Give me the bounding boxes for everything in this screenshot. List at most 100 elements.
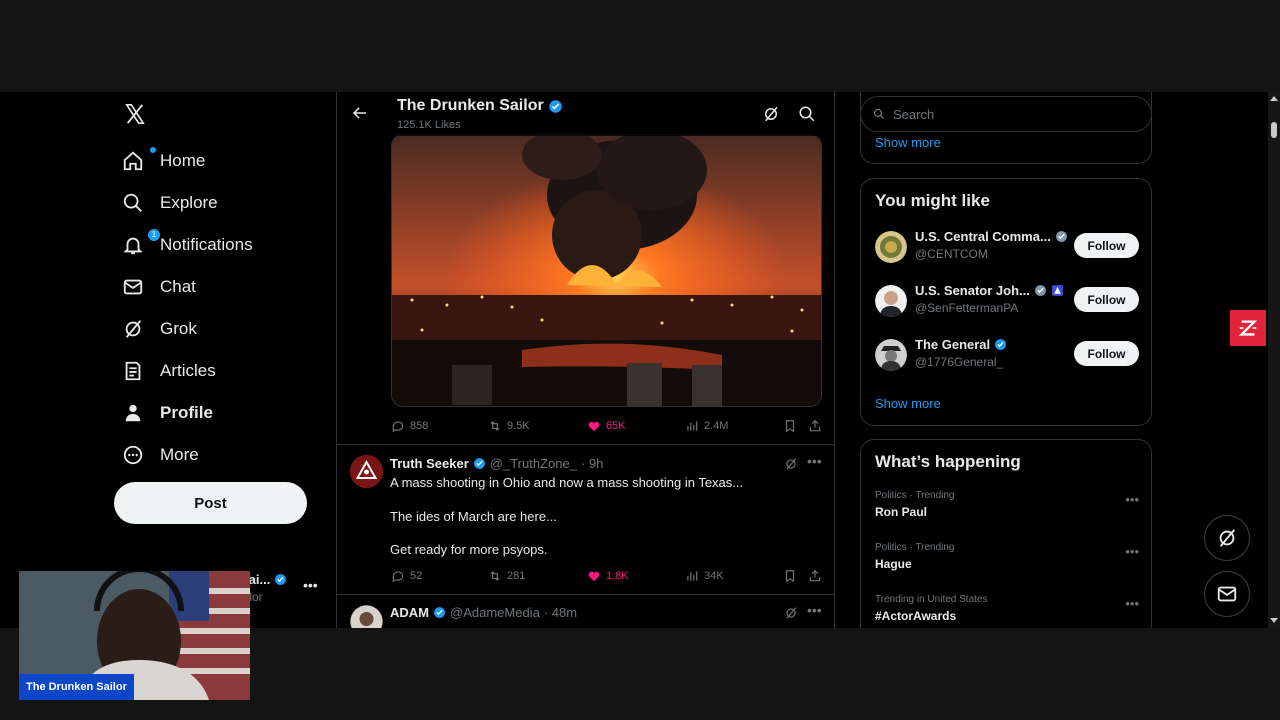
person-icon <box>125 404 141 422</box>
scroll-up-arrow-icon[interactable] <box>1270 96 1278 101</box>
avatar[interactable] <box>875 231 907 263</box>
follow-button[interactable]: Follow <box>1074 287 1139 312</box>
messages-floating-button[interactable] <box>1204 571 1250 617</box>
heart-filled-icon <box>588 421 600 432</box>
nav-item-chat[interactable]: Chat <box>122 269 196 305</box>
trend-more-icon[interactable]: ••• <box>1125 492 1139 507</box>
follow-button[interactable]: Follow <box>1074 233 1139 258</box>
follow-button[interactable]: Follow <box>1074 341 1139 366</box>
verified-badge-icon <box>275 574 287 585</box>
tweet-card[interactable]: ADAM @AdameMedia · 48m ••• <box>337 595 834 628</box>
grok-icon <box>1219 529 1236 547</box>
reply-count: 52 <box>410 570 423 582</box>
trend-item[interactable]: Politics · Trending Ron Paul ••• <box>875 490 1139 519</box>
reply-icon <box>392 571 404 583</box>
views-button[interactable]: 34K <box>685 569 724 583</box>
author-name[interactable]: ADAM <box>390 605 429 620</box>
suggestion-row[interactable]: The General @1776General_ Follow <box>875 337 1139 377</box>
x-logo-icon[interactable] <box>124 102 146 126</box>
grok-icon[interactable] <box>762 105 780 123</box>
bookmark-icon[interactable] <box>783 569 797 583</box>
page-scrollbar[interactable] <box>1268 92 1280 628</box>
grok-icon[interactable] <box>784 457 798 471</box>
trend-more-icon[interactable]: ••• <box>1125 596 1139 611</box>
search-icon[interactable] <box>798 105 816 123</box>
grok-icon[interactable] <box>784 606 798 620</box>
reply-button[interactable]: 858 <box>391 419 428 433</box>
nav-label-profile: Profile <box>160 403 213 422</box>
tweet-time[interactable]: · 48m <box>544 605 577 620</box>
share-icon[interactable] <box>808 419 822 433</box>
home-icon <box>123 151 143 171</box>
nav-item-profile[interactable]: Profile <box>122 395 213 431</box>
gray-verified-badge-icon <box>1055 231 1067 242</box>
share-icon[interactable] <box>808 569 822 583</box>
back-arrow-icon[interactable] <box>351 104 369 122</box>
tweet-action-bar: 52 281 1.8K 34K <box>391 569 822 589</box>
who-to-follow-module: You might like U.S. Central Comma... @CE… <box>860 178 1152 426</box>
views-chart-icon <box>687 571 698 581</box>
tweet-author-line: ADAM @AdameMedia · 48m <box>390 605 577 620</box>
repost-count: 281 <box>507 570 526 582</box>
view-count: 34K <box>704 570 724 582</box>
bookmark-icon[interactable] <box>783 419 797 433</box>
more-circle-icon <box>123 445 143 465</box>
tweet-card[interactable]: Truth Seeker @_TruthZone_ · 9h ••• A mas… <box>337 445 834 594</box>
suggestion-row[interactable]: U.S. Senator Joh... @SenFettermanPA Foll… <box>875 283 1139 323</box>
account-more-icon[interactable]: ••• <box>303 577 318 593</box>
general-avatar-icon <box>875 339 907 371</box>
tweet-author-line: Truth Seeker @_TruthZone_ · 9h <box>390 456 603 471</box>
scrollbar-thumb[interactable] <box>1271 122 1277 138</box>
repost-icon <box>490 571 500 581</box>
tweet-media-image[interactable] <box>391 134 822 407</box>
trend-category: Politics · Trending <box>875 490 955 501</box>
tweet-text-line: The ides of March are here... <box>390 509 557 524</box>
show-more-link[interactable]: Show more <box>875 396 941 411</box>
author-handle[interactable]: @AdameMedia <box>450 605 540 620</box>
like-button[interactable]: 65K <box>587 419 626 433</box>
nav-item-explore[interactable]: Explore <box>122 185 218 221</box>
nav-item-more[interactable]: More <box>122 437 199 473</box>
suggestion-name: U.S. Senator Joh... <box>915 283 1064 298</box>
tweet-more-icon[interactable]: ••• <box>807 453 822 469</box>
webcam-name-label: The Drunken Sailor <box>19 674 134 700</box>
views-chart-icon <box>687 421 698 431</box>
like-button[interactable]: 1.8K <box>587 569 629 583</box>
avatar[interactable] <box>875 339 907 371</box>
author-handle[interactable]: @_TruthZone_ <box>490 456 577 471</box>
tweet-time[interactable]: · 9h <box>581 456 603 471</box>
repost-button[interactable]: 281 <box>488 569 525 583</box>
previous-module-bottom: Show more <box>860 92 1152 164</box>
like-count: 65K <box>606 420 626 432</box>
repost-count: 9.5K <box>507 420 530 432</box>
nav-item-home[interactable]: Home <box>122 143 205 179</box>
reply-button[interactable]: 52 <box>391 569 422 583</box>
avatar[interactable] <box>350 455 383 488</box>
trend-more-icon[interactable]: ••• <box>1125 544 1139 559</box>
extension-badge-icon[interactable] <box>1230 310 1266 346</box>
tweet-more-icon[interactable]: ••• <box>807 602 822 618</box>
post-button[interactable]: Post <box>114 482 307 524</box>
whats-happening-module: What’s happening Politics · Trending Ron… <box>860 439 1152 628</box>
search-icon <box>123 193 142 212</box>
grok-floating-button[interactable] <box>1204 515 1250 561</box>
repost-button[interactable]: 9.5K <box>488 419 530 433</box>
avatar[interactable] <box>875 285 907 317</box>
views-button[interactable]: 2.4M <box>685 419 728 433</box>
avatar[interactable] <box>350 605 383 628</box>
gray-verified-badge-icon <box>1034 285 1046 296</box>
author-name[interactable]: Truth Seeker <box>390 456 469 471</box>
scroll-down-arrow-icon[interactable] <box>1270 618 1278 623</box>
trend-item[interactable]: Politics · Trending Hague ••• <box>875 542 1139 571</box>
suggestion-row[interactable]: U.S. Central Comma... @CENTCOM Follow <box>875 229 1139 269</box>
nav-item-grok[interactable]: Grok <box>122 311 197 347</box>
browser-viewport: Home Explore 1 Notifications Chat Grok A… <box>0 92 1280 628</box>
mail-icon <box>1217 586 1237 602</box>
trend-title: #ActorAwards <box>875 609 957 623</box>
verified-badge-icon <box>473 458 485 469</box>
trend-item[interactable]: Trending in United States #ActorAwards •… <box>875 594 1139 623</box>
nav-item-notifications[interactable]: 1 Notifications <box>122 227 253 263</box>
nav-item-articles[interactable]: Articles <box>122 353 216 389</box>
show-more-link[interactable]: Show more <box>875 135 941 150</box>
adam-avatar-icon <box>350 605 383 628</box>
